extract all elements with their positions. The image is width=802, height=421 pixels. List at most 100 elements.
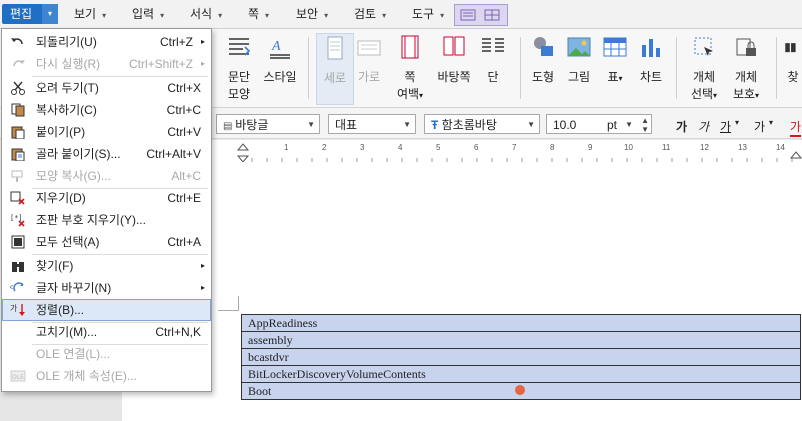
- italic-button[interactable]: 가: [698, 118, 709, 135]
- table-cell[interactable]: assembly: [241, 331, 801, 349]
- menu-item-undo[interactable]: 되돌리기(U) Ctrl+Z ▸: [2, 31, 211, 53]
- table-row[interactable]: assembly: [241, 331, 801, 349]
- delete-icon: [10, 191, 25, 205]
- columns-button[interactable]: 단: [478, 33, 508, 85]
- font-select[interactable]: Ŧ 함초롬바탕 ▼: [424, 114, 540, 134]
- table-row[interactable]: AppReadiness: [241, 314, 801, 332]
- menu-item-paste-special[interactable]: 골라 붙이기(S)... Ctrl+Alt+V: [2, 143, 211, 165]
- paragraph-shape-button[interactable]: 문단 모양: [222, 33, 256, 102]
- menu-item-select-all[interactable]: 모두 선택(A) Ctrl+A: [2, 231, 211, 253]
- menu-view[interactable]: 보기 ▾: [74, 4, 106, 24]
- table-cell[interactable]: AppReadiness: [241, 314, 801, 332]
- svg-text:ᶜ: ᶜ: [10, 284, 14, 295]
- menu-edit-label: 편집: [10, 7, 33, 21]
- chevron-down-icon[interactable]: ▼: [625, 115, 633, 135]
- menu-item-find[interactable]: 찾기(F) ▸: [2, 255, 211, 277]
- object-protect-label2-wrap: 보호▾: [728, 85, 764, 102]
- menu-item-label: OLE 연결(L)...: [36, 347, 111, 361]
- submenu-arrow-icon: ▸: [200, 283, 205, 292]
- menu-item-label: 복사하기(C): [36, 103, 97, 117]
- menu-item-paste[interactable]: 붙이기(P) Ctrl+V: [2, 121, 211, 143]
- bold-button[interactable]: 가: [676, 118, 687, 135]
- table-label: 표: [607, 70, 619, 84]
- lock-icon: [736, 38, 756, 56]
- menu-edit[interactable]: 편집 ▾: [2, 4, 58, 24]
- cursor-indicator: [515, 385, 525, 395]
- font-size-value: 10.0: [553, 118, 577, 132]
- font-size-input[interactable]: 10.0 pt ▼ ▲ ▼: [546, 114, 652, 134]
- master-page-button[interactable]: 바탕쪽: [434, 33, 474, 85]
- menu-item-label: 모두 선택(A): [36, 235, 100, 249]
- menu-item-ole-link[interactable]: OLE 연결(L)...: [2, 343, 211, 365]
- chevron-down-icon[interactable]: ▾: [735, 118, 739, 127]
- style-button[interactable]: A 스타일: [260, 33, 300, 85]
- chevron-down-icon[interactable]: ▾: [769, 118, 773, 127]
- master-page-label: 바탕쪽: [437, 70, 471, 84]
- chevron-down-icon: ▾: [324, 11, 329, 20]
- menu-item-cut[interactable]: 오려 두기(T) Ctrl+X: [2, 77, 211, 99]
- object-select-icon: [694, 37, 713, 56]
- toolbar-toggle-icon[interactable]: [454, 4, 508, 26]
- menu-item-label: 조판 부호 지우기(Y)...: [36, 213, 146, 227]
- picture-label: 그림: [567, 70, 591, 84]
- object-protect-button[interactable]: 개체 보호▾: [728, 33, 764, 102]
- chart-button[interactable]: 차트: [636, 33, 666, 85]
- menu-item-shortcut: Ctrl+C: [166, 103, 201, 117]
- menu-item-replace[interactable]: ᶜ 글자 바꾸기(N) ▸: [2, 277, 211, 299]
- portrait-button[interactable]: 세로: [316, 33, 354, 105]
- font-size-stepper[interactable]: ▲ ▼: [641, 116, 649, 134]
- scissors-icon: [11, 81, 25, 95]
- menu-item-format-painter[interactable]: 모양 복사(G)... Alt+C: [2, 165, 211, 187]
- horizontal-ruler[interactable]: 1 2 3 4 5 6 7 8 9 10 11 12 13 14: [122, 140, 802, 163]
- underline-button[interactable]: 가: [720, 118, 731, 135]
- table-row[interactable]: BitLockerDiscoveryVolumeContents: [241, 365, 801, 383]
- shape-button[interactable]: 도형: [526, 33, 560, 85]
- menu-review-label: 검토: [354, 7, 377, 21]
- menu-item-modify[interactable]: 고치기(M)... Ctrl+N,K: [2, 321, 211, 343]
- menu-tools[interactable]: 도구 ▾: [412, 4, 444, 24]
- landscape-button[interactable]: 가로: [354, 33, 384, 85]
- menu-item-label: 모양 복사(G)...: [36, 169, 111, 183]
- style-select-value: 바탕글: [235, 118, 269, 132]
- table-row[interactable]: bcastdvr: [241, 348, 801, 366]
- object-select-button[interactable]: 개체 선택▾: [686, 33, 722, 102]
- menu-item-copy[interactable]: 복사하기(C) Ctrl+C: [2, 99, 211, 121]
- table-label-wrap: 표▾: [600, 68, 630, 85]
- paragraph-shape-label2: 모양: [227, 87, 251, 101]
- table-cell[interactable]: BitLockerDiscoveryVolumeContents: [241, 365, 801, 383]
- select-all-icon: [11, 235, 25, 249]
- menu-view-label: 보기: [74, 7, 97, 21]
- font-color-button[interactable]: 가: [790, 118, 802, 137]
- menu-item-shortcut: Ctrl+Z: [160, 35, 193, 49]
- menu-item-delete-control-codes[interactable]: [*] 조판 부호 지우기(Y)...: [2, 209, 211, 231]
- menu-security[interactable]: 보안 ▾: [296, 4, 328, 24]
- picture-button[interactable]: 그림: [564, 33, 594, 85]
- menu-review[interactable]: 검토 ▾: [354, 4, 386, 24]
- ribbon-separator: [308, 37, 309, 99]
- strike-button[interactable]: 가: [754, 118, 765, 135]
- table-button[interactable]: 표▾: [600, 33, 630, 85]
- layout-icon: [460, 9, 500, 21]
- chevron-down-icon[interactable]: ▾: [42, 4, 58, 24]
- menu-item-redo[interactable]: 다시 실행(R) Ctrl+Shift+Z ▸: [2, 53, 211, 75]
- menu-format[interactable]: 서식 ▾: [190, 4, 222, 24]
- menu-security-label: 보안: [296, 7, 319, 21]
- page-margin-button[interactable]: 쪽 여백▾: [392, 33, 428, 102]
- style-select[interactable]: ▤ 바탕글 ▼: [216, 114, 320, 134]
- menu-item-delete[interactable]: 지우기(D) Ctrl+E: [2, 187, 211, 209]
- menu-item-shortcut: Ctrl+A: [167, 235, 201, 249]
- table-cell[interactable]: bcastdvr: [241, 348, 801, 366]
- menu-page[interactable]: 쪽 ▾: [248, 4, 269, 24]
- edit-menu-dropdown: 되돌리기(U) Ctrl+Z ▸ 다시 실행(R) Ctrl+Shift+Z ▸…: [1, 28, 212, 392]
- style-select-icon: ▤: [223, 121, 236, 132]
- paragraph-shape-label: 문단: [227, 70, 251, 84]
- find-button[interactable]: 찾: [784, 33, 802, 85]
- menu-item-ole-properties[interactable]: OLE OLE 개체 속성(E)...: [2, 365, 211, 387]
- language-select[interactable]: 대표 ▼: [328, 114, 416, 134]
- style-icon: A: [270, 39, 290, 59]
- ruler-number: 13: [738, 143, 747, 152]
- menu-item-sort[interactable]: 가 정렬(B)...: [2, 299, 211, 321]
- menu-insert[interactable]: 입력 ▾: [132, 4, 164, 24]
- landscape-label: 가로: [357, 70, 381, 84]
- menu-item-label: 정렬(B)...: [36, 303, 85, 317]
